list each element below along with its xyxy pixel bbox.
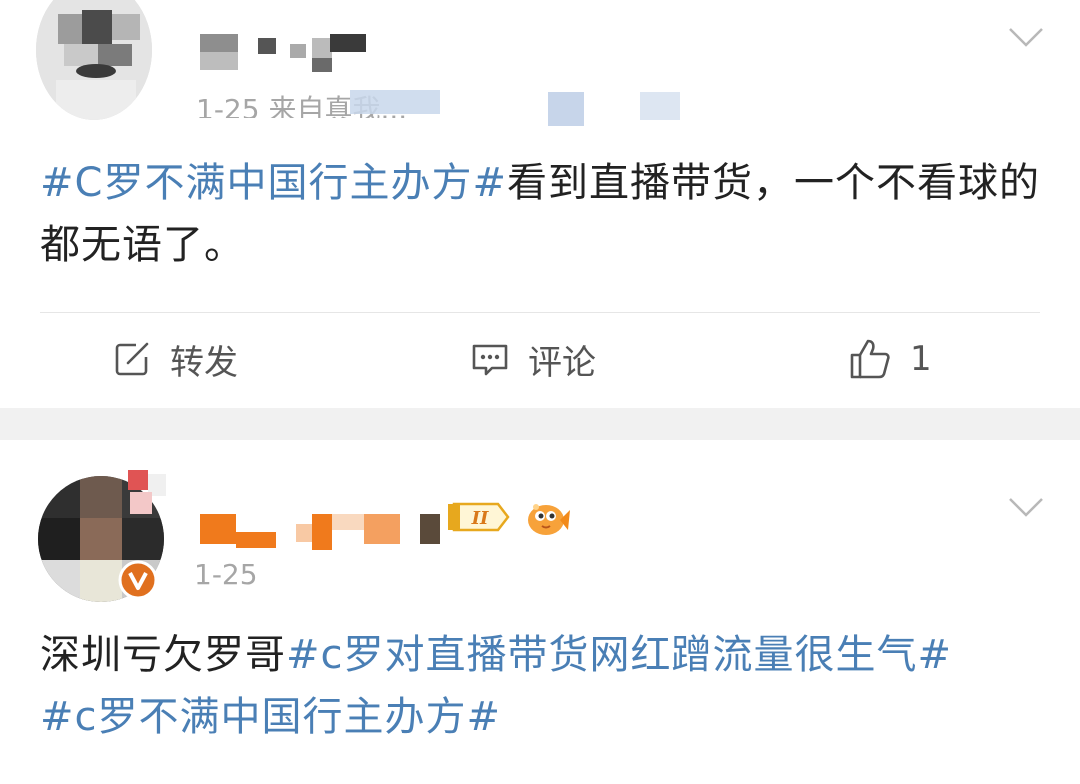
topic-link[interactable]: #c罗不满中国行主办方# [40,694,501,740]
fish-emoji-icon [528,504,570,535]
topic-link[interactable]: #c罗对直播带货网红蹭流量很生气# [286,632,952,678]
post-card: 1-25 来自真我... #C罗不满中国行主办方#看到直播带货，一个不看球的都无… [0,0,1080,408]
repost-button[interactable]: 转发 [112,336,238,383]
chevron-down-icon[interactable] [1008,26,1044,48]
comment-icon [472,344,508,376]
username-censored[interactable] [200,34,370,74]
verified-badge-icon [118,560,158,600]
username-censored[interactable] [200,506,440,550]
comment-label: 评论 [528,342,596,383]
level-badge-text: II [471,508,489,529]
level-badge-icon: II [448,502,510,532]
meta-censor-block [350,90,440,114]
comment-button[interactable]: 评论 [470,336,596,383]
post-content: 深圳亏欠罗哥#c罗对直播带货网红蹭流量很生气# #c罗不满中国行主办方# [40,624,1040,748]
like-button[interactable]: 1 [848,336,932,382]
post-card: II 1-25 深圳亏欠罗哥#c罗对直播带货网红蹭流量很生气# #c罗不满中国行主… [0,440,1080,784]
repost-label: 转发 [170,342,238,383]
feed-separator [0,408,1080,440]
meta-censor-block [548,92,584,126]
repost-icon [115,342,149,376]
avatar-censor-block [128,470,148,490]
meta-censor-block [640,92,680,120]
like-icon [850,339,890,379]
divider [40,312,1040,313]
topic-link[interactable]: #C罗不满中国行主办方# [40,160,507,206]
chevron-down-icon[interactable] [1008,496,1044,518]
weibo-feed: 1-25 来自真我... #C罗不满中国行主办方#看到直播带货，一个不看球的都无… [0,0,1080,784]
avatar-censor-block [130,492,152,514]
post-date: 1-25 [194,558,258,591]
like-count: 1 [910,339,932,379]
avatar[interactable] [36,0,152,120]
post-content: #C罗不满中国行主办方#看到直播带货，一个不看球的都无语了。 [40,152,1040,276]
post-text: 深圳亏欠罗哥 [40,632,286,678]
